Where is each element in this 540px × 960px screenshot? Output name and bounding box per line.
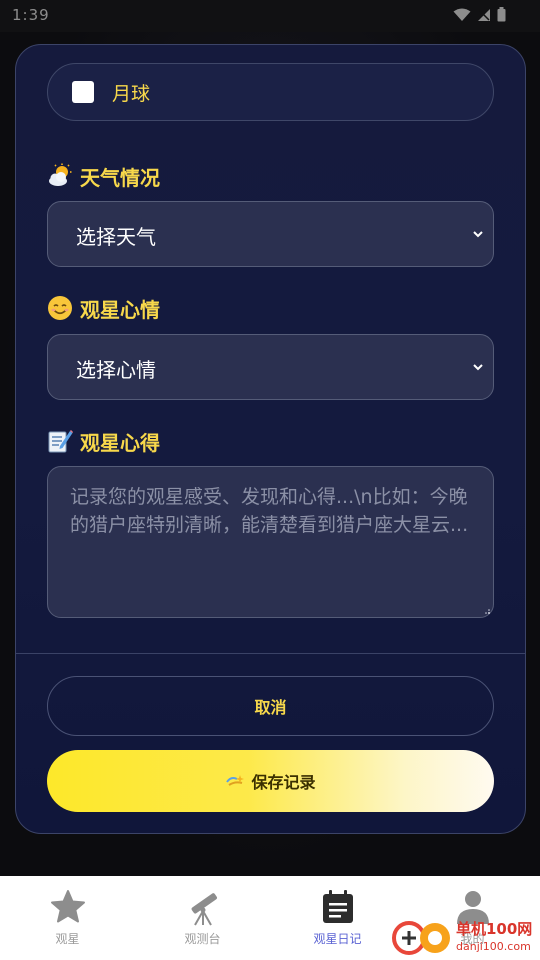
weather-select[interactable]: 选择天气 — [47, 201, 494, 267]
mood-section-label: 观星心情 — [47, 293, 160, 323]
mood-select-value: 选择心情 — [76, 358, 156, 382]
battery-icon — [497, 7, 506, 22]
smiling-face-icon — [48, 296, 72, 320]
status-icons — [453, 7, 506, 22]
mood-label-text: 观星心情 — [80, 297, 160, 322]
moon-checkbox-option[interactable]: 月球 — [47, 63, 494, 121]
cancel-button-label: 取消 — [254, 698, 287, 717]
site-watermark: 单机100网 danji100.com — [390, 914, 540, 960]
chevron-down-icon — [473, 231, 483, 238]
tab-label: 观星日记 — [313, 932, 362, 946]
notes-textarea[interactable]: 记录您的观星感受、发现和心得...\n比如：今晚的猎户座特别清晰，能清楚看到猎户… — [47, 466, 494, 618]
save-button-label: 保存记录 — [251, 773, 316, 792]
chevron-down-icon — [473, 364, 483, 371]
tab-observatory[interactable]: 观测台 — [135, 876, 270, 960]
weather-section-label: 天气情况 — [47, 161, 160, 191]
tab-diary[interactable]: 观星日记 — [270, 876, 405, 960]
watermark-logo — [392, 921, 450, 955]
notes-label-text: 观星心得 — [80, 430, 160, 455]
memo-icon — [48, 430, 73, 453]
mood-select[interactable]: 选择心情 — [47, 334, 494, 400]
telescope-icon — [191, 893, 217, 926]
status-time: 1:39 — [12, 6, 50, 24]
status-bar: 1:39 — [0, 0, 540, 32]
sun-behind-cloud-icon — [49, 163, 72, 186]
footer-divider — [16, 653, 525, 654]
signal-icon — [478, 8, 490, 21]
tab-stargazing[interactable]: 观星 — [0, 876, 135, 960]
wifi-icon — [453, 8, 471, 21]
moon-checkbox[interactable] — [72, 81, 94, 103]
add-record-dialog: 月球 天气情况 选择天气 观星心情 选择心情 观星心得 记录您的观星感受、发现和… — [15, 44, 526, 834]
star-icon — [50, 890, 85, 923]
moon-option-label: 月球 — [112, 83, 151, 105]
notes-placeholder: 记录您的观星感受、发现和心得...\n比如：今晚的猎户座特别清晰，能清楚看到猎户… — [70, 486, 469, 536]
resize-grip-icon[interactable] — [483, 607, 491, 615]
save-record-button[interactable]: 保存记录 — [47, 750, 494, 812]
tab-label: 观星 — [55, 932, 80, 946]
watermark-url: danji100.com — [456, 940, 531, 953]
tab-label: 观测台 — [184, 932, 221, 946]
weather-label-text: 天气情况 — [80, 165, 160, 190]
notes-section-label: 观星心得 — [47, 426, 160, 456]
sparkle-icon — [226, 775, 245, 786]
diary-icon — [322, 890, 353, 923]
cancel-button[interactable]: 取消 — [47, 676, 494, 736]
weather-select-value: 选择天气 — [76, 225, 156, 249]
watermark-text: 单机100网 — [456, 920, 533, 938]
